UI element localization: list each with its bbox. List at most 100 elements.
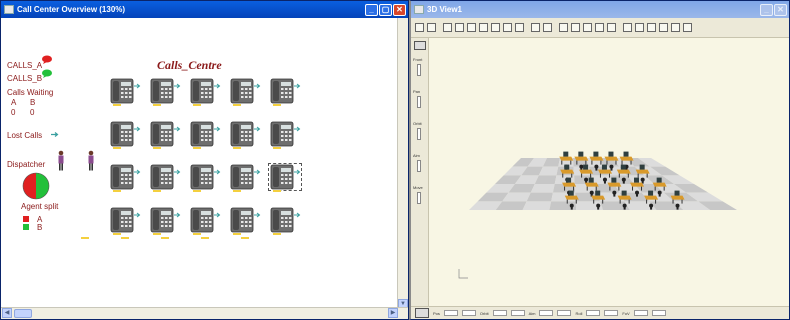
camera-mode-label: Pan: [413, 89, 421, 94]
agent-phone-icon[interactable]: [149, 78, 181, 104]
agent-phone-icon[interactable]: [149, 164, 181, 190]
toolbar-tool-icon[interactable]: [683, 23, 692, 32]
phone-queue-marker: [193, 147, 201, 149]
toolbar-tool-icon[interactable]: [427, 23, 436, 32]
camera-mode-slider[interactable]: [417, 96, 421, 108]
maximize-button[interactable]: ▢: [379, 3, 392, 16]
camera-mode-slider[interactable]: [417, 128, 421, 140]
status-camera-icon[interactable]: [415, 308, 429, 318]
agent-phone-icon[interactable]: [269, 78, 301, 104]
agent-phone-icon[interactable]: [109, 164, 141, 190]
floor-tile: [530, 184, 555, 193]
toolbar-tool-icon[interactable]: [515, 23, 524, 32]
toolbar-tool-icon[interactable]: [647, 23, 656, 32]
status-field-input[interactable]: [586, 310, 601, 316]
calls-a-label: CALLS_A: [7, 61, 43, 70]
toolbar-tool-icon[interactable]: [443, 23, 452, 32]
status-field-input[interactable]: [461, 310, 476, 316]
toolbar-tool-icon[interactable]: [491, 23, 500, 32]
camera-icon[interactable]: [414, 41, 426, 50]
agent-phone-icon[interactable]: [189, 78, 221, 104]
agent-phone-icon[interactable]: [109, 78, 141, 104]
agent-phone-icon[interactable]: [229, 207, 261, 233]
status-field-input[interactable]: [604, 310, 619, 316]
toolbar-tool-icon[interactable]: [543, 23, 552, 32]
agent-phone-icon[interactable]: [229, 78, 261, 104]
status-field-label: Orbit: [479, 310, 489, 316]
scroll-right-arrow[interactable]: ▶: [388, 308, 398, 318]
toolbar-tool-icon[interactable]: [531, 23, 540, 32]
diagram-canvas[interactable]: Calls_Centre CALLS_A CALLS_B Calls Waiti…: [1, 18, 399, 309]
toolbar-tool-icon[interactable]: [559, 23, 568, 32]
minimize-button[interactable]: _: [365, 3, 378, 16]
axis-gizmo-icon: [458, 269, 468, 279]
agent-phone-icon[interactable]: [189, 164, 221, 190]
toolbar-tool-icon[interactable]: [607, 23, 616, 32]
phone-queue-marker: [113, 104, 121, 106]
status-field-input[interactable]: [557, 310, 572, 316]
horizontal-scrollbar[interactable]: ◀ ▶: [1, 307, 408, 319]
toolbar-tool-icon[interactable]: [671, 23, 680, 32]
left-title-bar[interactable]: Call Center Overview (130%) _ ▢ ✕: [1, 1, 408, 18]
close-button[interactable]: ✕: [774, 3, 787, 16]
agent-phone-icon[interactable]: [189, 207, 221, 233]
toolbar-tool-icon[interactable]: [467, 23, 476, 32]
calls-b-bubble-icon: [42, 69, 52, 78]
toolbar-tool-icon[interactable]: [479, 23, 488, 32]
toolbar-tool-icon[interactable]: [503, 23, 512, 32]
toolbar-tool-icon[interactable]: [415, 23, 424, 32]
right-title-bar[interactable]: 3D View1 _ ✕: [411, 1, 789, 18]
camera-mode-slider[interactable]: [417, 160, 421, 172]
status-field-input[interactable]: [510, 310, 525, 316]
phone-queue-marker: [233, 147, 241, 149]
horizontal-scroll-thumb[interactable]: [14, 309, 32, 318]
agent-phone-icon[interactable]: [268, 163, 302, 191]
toolbar-tool-icon[interactable]: [659, 23, 668, 32]
toolbar-tool-icon[interactable]: [635, 23, 644, 32]
agent-phone-icon[interactable]: [229, 164, 261, 190]
toolbar-tool-icon[interactable]: [571, 23, 580, 32]
calls-b-label: CALLS_B: [7, 74, 43, 83]
phone-queue-marker: [273, 233, 281, 235]
agent-phone-icon[interactable]: [149, 121, 181, 147]
phone-queue-marker: [153, 147, 161, 149]
status-field-label: FoV: [622, 310, 630, 316]
phone-queue-marker: [273, 147, 281, 149]
3d-floor-scene: [469, 151, 737, 210]
phone-queue-marker: [233, 104, 241, 106]
toolbar-tool-icon[interactable]: [623, 23, 632, 32]
minimize-button[interactable]: _: [760, 3, 773, 16]
camera-mode-slider[interactable]: [417, 64, 421, 76]
agent-phone-icon[interactable]: [189, 121, 221, 147]
agent-phone-icon[interactable]: [269, 121, 301, 147]
status-field-input[interactable]: [539, 310, 554, 316]
vertical-scrollbar[interactable]: ▼: [397, 18, 408, 309]
phone-queue-marker: [233, 190, 241, 192]
calls-a-bubble-icon: [42, 55, 52, 64]
call-center-overview-window: Call Center Overview (130%) _ ▢ ✕ Calls_…: [0, 0, 409, 320]
status-field-input[interactable]: [492, 310, 507, 316]
3d-view-window: 3D View1 _ ✕ Front Pan Orbit Aim Move Po…: [409, 0, 790, 320]
3d-viewport[interactable]: [429, 38, 789, 306]
agent-phone-icon[interactable]: [109, 207, 141, 233]
lost-calls-label: Lost Calls: [7, 131, 43, 140]
scroll-left-arrow[interactable]: ◀: [2, 308, 12, 318]
waiting-a-header: A: [11, 98, 17, 107]
toolbar-tool-icon[interactable]: [595, 23, 604, 32]
camera-mode-slider[interactable]: [417, 192, 421, 204]
agent-phone-icon[interactable]: [109, 121, 141, 147]
camera-control-panel: Front Pan Orbit Aim Move: [411, 38, 429, 308]
agent-a-swatch: [23, 216, 29, 222]
phone-queue-marker: [113, 147, 121, 149]
status-field-input[interactable]: [651, 310, 666, 316]
toolbar-tool-icon[interactable]: [455, 23, 464, 32]
camera-mode-label: Orbit: [413, 121, 422, 126]
status-field-input[interactable]: [443, 310, 458, 316]
toolbar-tool-icon[interactable]: [583, 23, 592, 32]
agent-phone-icon[interactable]: [149, 207, 181, 233]
diagram-title: Calls_Centre: [157, 58, 222, 72]
status-field-input[interactable]: [633, 310, 648, 316]
agent-phone-icon[interactable]: [229, 121, 261, 147]
close-button[interactable]: ✕: [393, 3, 406, 16]
agent-phone-icon[interactable]: [269, 207, 301, 233]
